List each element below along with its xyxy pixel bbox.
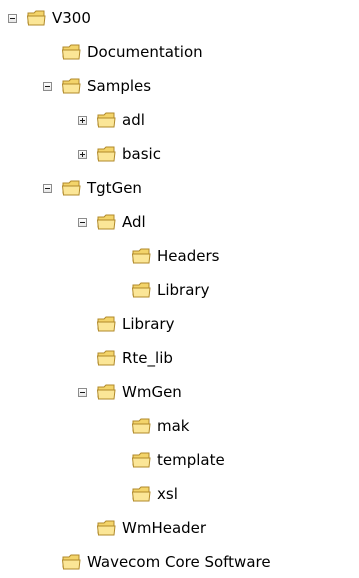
tree-node-mak[interactable]: mak	[113, 414, 190, 438]
tree-node-label: TgtGen	[87, 179, 142, 197]
tree-node-documentation[interactable]: Documentation	[43, 40, 203, 64]
tree-node-label: xsl	[157, 485, 178, 503]
collapse-toggle-icon[interactable]	[43, 81, 52, 91]
tree-node-label: Rte_lib	[122, 349, 173, 367]
tree-node-label: WmGen	[122, 383, 182, 401]
tree-node-label: V300	[52, 9, 91, 27]
tree-node-rte-lib[interactable]: Rte_lib	[78, 346, 173, 370]
folder-icon	[97, 520, 116, 536]
tree-node-label: Documentation	[87, 43, 203, 61]
collapse-toggle-icon[interactable]	[8, 13, 17, 23]
folder-icon	[132, 282, 151, 298]
tree-node-label: Adl	[122, 213, 146, 231]
tree-node-wavecom-core-software[interactable]: Wavecom Core Software	[43, 550, 271, 574]
tree-node-label: Library	[122, 315, 175, 333]
folder-icon	[132, 452, 151, 468]
folder-icon	[97, 146, 116, 162]
tree-node-wmgen[interactable]: WmGen	[78, 380, 182, 404]
folder-icon	[97, 384, 116, 400]
tree-node-tgtgen[interactable]: TgtGen	[43, 176, 142, 200]
folder-icon	[132, 418, 151, 434]
tree-node-adl[interactable]: adl	[78, 108, 145, 132]
collapse-toggle-icon[interactable]	[78, 217, 87, 227]
folder-icon	[132, 486, 151, 502]
tree-node-library[interactable]: Library	[78, 312, 174, 336]
tree-node-label: template	[157, 451, 225, 469]
collapse-toggle-icon[interactable]	[78, 387, 87, 397]
tree-node-label: Samples	[87, 77, 152, 95]
expand-toggle-icon[interactable]	[78, 115, 87, 125]
folder-tree: V300 Documentation Samples adl basic TgtGen Ad…	[0, 0, 359, 578]
folder-icon	[62, 180, 81, 196]
tree-node-headers[interactable]: Headers	[113, 244, 219, 268]
folder-icon	[62, 554, 81, 570]
collapse-toggle-icon[interactable]	[43, 183, 52, 193]
tree-node-wmheader[interactable]: WmHeader	[78, 516, 206, 540]
folder-icon	[97, 112, 116, 128]
folder-icon	[97, 214, 116, 230]
folder-icon	[97, 316, 116, 332]
folder-icon	[132, 248, 151, 264]
tree-node-label: Wavecom Core Software	[87, 553, 271, 571]
folder-icon	[62, 44, 81, 60]
folder-icon	[97, 350, 116, 366]
tree-node-template[interactable]: template	[113, 448, 225, 472]
folder-icon	[27, 10, 46, 26]
tree-node-adl[interactable]: Adl	[78, 210, 146, 234]
tree-node-label: adl	[122, 111, 145, 129]
tree-node-v300[interactable]: V300	[8, 6, 91, 30]
tree-node-label: Headers	[157, 247, 220, 265]
tree-node-label: basic	[122, 145, 161, 163]
tree-node-label: Library	[157, 281, 210, 299]
tree-node-label: mak	[157, 417, 190, 435]
folder-icon	[62, 78, 81, 94]
tree-node-samples[interactable]: Samples	[43, 74, 151, 98]
tree-node-xsl[interactable]: xsl	[113, 482, 178, 506]
tree-node-library[interactable]: Library	[113, 278, 209, 302]
tree-node-label: WmHeader	[122, 519, 207, 537]
tree-node-basic[interactable]: basic	[78, 142, 161, 166]
expand-toggle-icon[interactable]	[78, 149, 87, 159]
